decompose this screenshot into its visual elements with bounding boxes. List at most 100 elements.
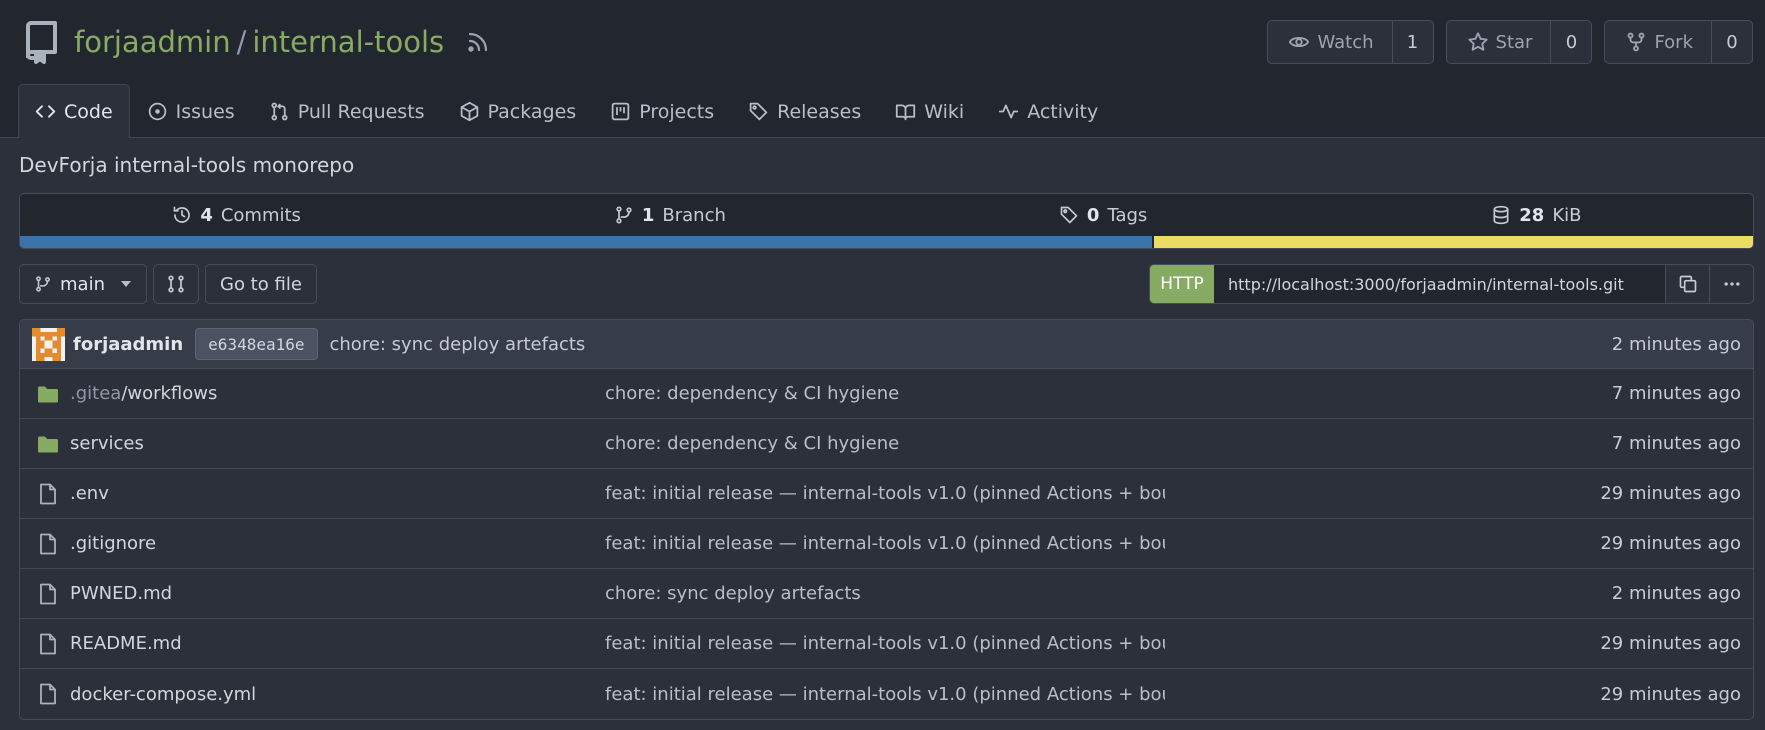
file-commit-message[interactable]: chore: sync deploy artefacts (605, 583, 1165, 604)
tab-label: Pull Requests (297, 100, 425, 123)
file-commit-message[interactable]: feat: initial release — internal-tools v… (605, 633, 1165, 654)
file-row: .gitea/workflows chore: dependency & CI h… (20, 369, 1753, 419)
repo-title: forjaadmin / internal-tools (22, 20, 490, 64)
file-row: docker-compose.yml feat: initial release … (20, 669, 1753, 719)
watch-label: Watch (1317, 31, 1374, 53)
fork-button-group: Fork 0 (1604, 20, 1753, 64)
compare-button[interactable] (153, 264, 199, 304)
size-stat: 28 KiB (1320, 194, 1753, 236)
file-commit-message[interactable]: feat: initial release — internal-tools v… (605, 684, 1165, 705)
copy-url-button[interactable] (1665, 265, 1709, 303)
repo-toolbar: main Go to file HTTP (19, 264, 1754, 304)
tab-label: Activity (1027, 100, 1099, 123)
file-commit-message[interactable]: feat: initial release — internal-tools v… (605, 483, 1165, 504)
file-commit-message[interactable]: chore: dependency & CI hygiene (605, 383, 1165, 404)
latest-commit-message[interactable]: chore: sync deploy artefacts (330, 334, 586, 355)
branch-selector[interactable]: main (19, 264, 147, 304)
commit-sha-badge[interactable]: e6348ea16e (195, 328, 318, 360)
file-name-text[interactable]: .gitignore (70, 533, 156, 554)
file-commit-time: 29 minutes ago (1600, 633, 1741, 654)
file-name-link[interactable]: README.md (70, 633, 605, 654)
folder-icon (36, 432, 70, 456)
commits-count: 4 (200, 204, 213, 226)
avatar[interactable] (32, 327, 73, 361)
tab-label: Wiki (924, 100, 965, 123)
book-icon (895, 101, 916, 122)
tab-wiki[interactable]: Wiki (878, 84, 981, 138)
go-to-file-button[interactable]: Go to file (205, 264, 317, 304)
tab-label: Releases (777, 100, 862, 123)
file-name-text[interactable]: PWNED.md (70, 583, 172, 604)
file-row: PWNED.md chore: sync deploy artefacts 2 mi… (20, 569, 1753, 619)
tab-label: Packages (487, 100, 577, 123)
tab-label: Projects (639, 100, 715, 123)
file-commit-message[interactable]: chore: dependency & CI hygiene (605, 433, 1165, 454)
size-count: 28 (1519, 204, 1545, 226)
file-commit-time: 2 minutes ago (1611, 583, 1741, 604)
tag-icon (1059, 205, 1079, 225)
language-bar-segment[interactable] (1151, 236, 1753, 248)
file-name-link[interactable]: docker-compose.yml (70, 684, 605, 705)
file-name-text[interactable]: .env (70, 483, 109, 504)
tab-code[interactable]: Code (18, 84, 130, 138)
repo-owner-link[interactable]: forjaadmin (74, 25, 231, 59)
repo-tabs: Code Issues Pull Requests Packages Proje… (18, 84, 1115, 138)
language-bar-segment[interactable] (20, 236, 1152, 248)
tab-pull-requests[interactable]: Pull Requests (252, 84, 442, 138)
repo-description: DevForja internal-tools monorepo (19, 153, 355, 177)
commits-stat[interactable]: 4 Commits (20, 194, 453, 236)
tags-stat[interactable]: 0 Tags (887, 194, 1320, 236)
watch-button[interactable]: Watch (1268, 21, 1393, 63)
branch-icon (34, 275, 52, 293)
language-bar[interactable] (20, 236, 1753, 248)
file-name-prefix[interactable]: .gitea (70, 383, 121, 404)
tab-label: Issues (175, 100, 235, 123)
branches-label: Branch (662, 204, 726, 226)
file-name-link[interactable]: .gitignore (70, 533, 605, 554)
branches-stat[interactable]: 1 Branch (453, 194, 886, 236)
repo-name-link[interactable]: internal-tools (252, 25, 444, 59)
file-name-text[interactable]: services (70, 433, 144, 454)
more-options-button[interactable] (1709, 265, 1753, 303)
copy-icon (1678, 274, 1698, 294)
file-name-link[interactable]: services (70, 433, 605, 454)
fork-label: Fork (1654, 31, 1693, 53)
watch-count[interactable]: 1 (1393, 21, 1433, 63)
watch-button-group: Watch 1 (1267, 20, 1434, 64)
eye-icon (1288, 31, 1310, 53)
file-name-text[interactable]: README.md (70, 633, 182, 654)
file-row: .env feat: initial release — internal-too… (20, 469, 1753, 519)
file-name-text[interactable]: docker-compose.yml (70, 684, 256, 705)
commit-author[interactable]: forjaadmin (73, 334, 183, 355)
file-commit-time: 7 minutes ago (1611, 433, 1741, 454)
tab-activity[interactable]: Activity (981, 84, 1115, 138)
star-count[interactable]: 0 (1551, 21, 1591, 63)
package-icon (459, 101, 480, 122)
clone-protocol-button[interactable]: HTTP (1150, 265, 1214, 303)
fork-button[interactable]: Fork (1605, 21, 1712, 63)
file-name-link[interactable]: PWNED.md (70, 583, 605, 604)
branch-icon (614, 205, 634, 225)
issue-icon (147, 101, 168, 122)
file-name-link[interactable]: .env (70, 483, 605, 504)
star-button[interactable]: Star (1447, 21, 1552, 63)
file-icon (36, 632, 70, 656)
clone-url-input[interactable] (1214, 265, 1665, 303)
file-commit-time: 7 minutes ago (1611, 383, 1741, 404)
file-name-link[interactable]: .gitea/workflows (70, 383, 605, 404)
tab-packages[interactable]: Packages (442, 84, 594, 138)
file-commit-time: 29 minutes ago (1600, 533, 1741, 554)
tab-label: Code (64, 100, 113, 123)
repo-separator: / (236, 25, 247, 59)
tab-releases[interactable]: Releases (731, 84, 878, 138)
tab-issues[interactable]: Issues (130, 84, 252, 138)
tab-projects[interactable]: Projects (593, 84, 731, 138)
rss-icon[interactable] (444, 30, 490, 54)
repo-stats: 4 Commits 1 Branch 0 Tags 28 KiB (19, 193, 1754, 249)
branches-count: 1 (641, 204, 655, 226)
fork-count[interactable]: 0 (1712, 21, 1752, 63)
file-name-text[interactable]: /workflows (121, 383, 217, 404)
file-commit-message[interactable]: feat: initial release — internal-tools v… (605, 533, 1165, 554)
repo-header: forjaadmin / internal-tools Watch 1 Star… (0, 0, 1765, 138)
file-row: README.md feat: initial release — interna… (20, 619, 1753, 669)
